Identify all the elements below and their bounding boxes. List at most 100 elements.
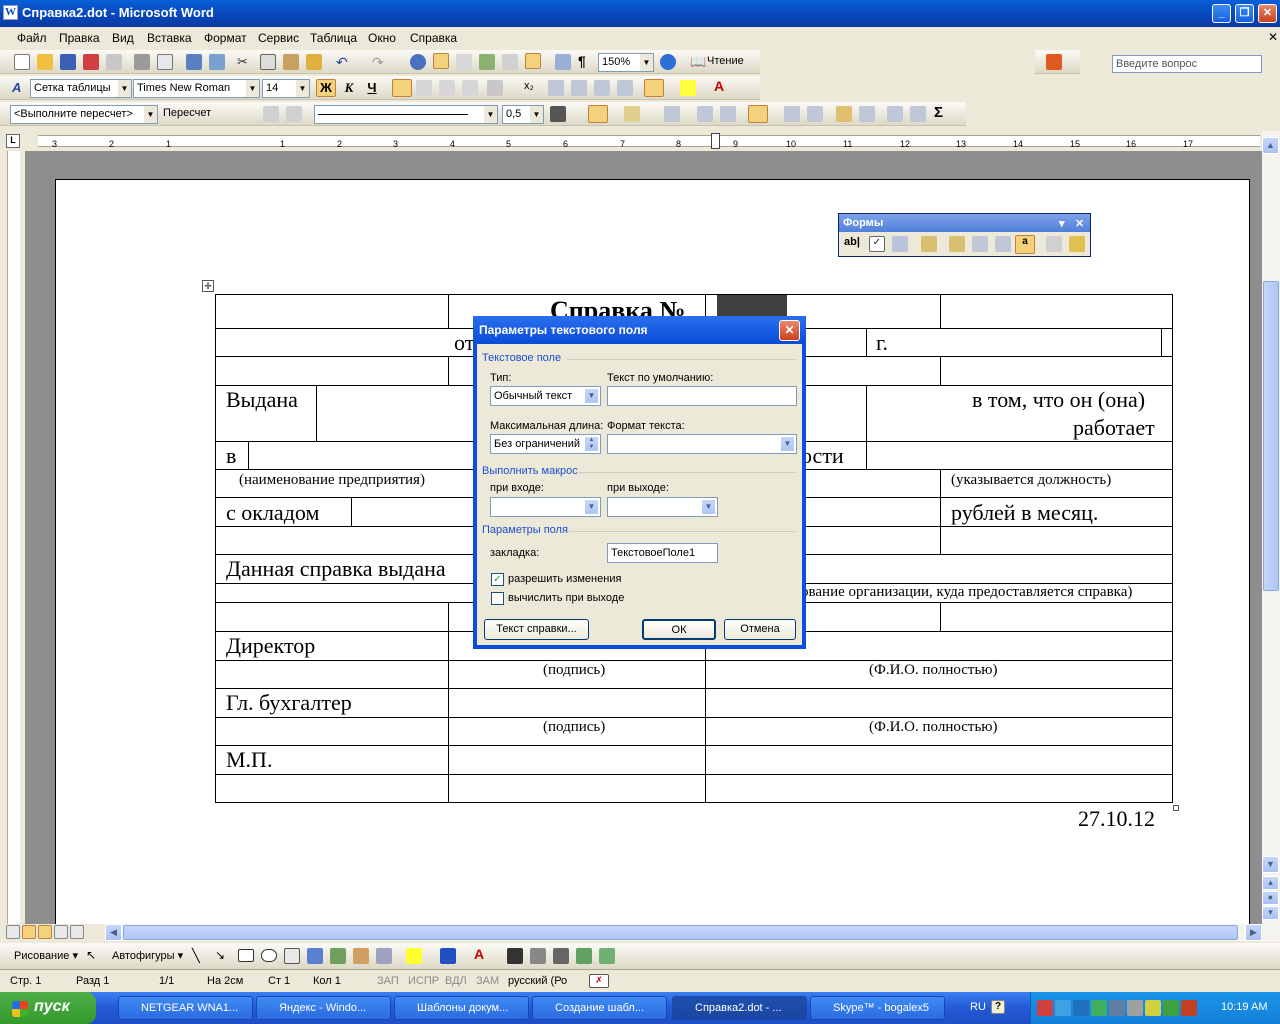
table-cell[interactable]	[448, 688, 706, 718]
sort-asc-icon[interactable]	[887, 106, 903, 122]
dash-style-icon[interactable]	[530, 948, 546, 964]
checkbox-field-icon[interactable]: ✓	[869, 236, 885, 252]
on-entry-select[interactable]: ▼	[490, 497, 601, 517]
textbox-icon[interactable]	[284, 948, 300, 964]
menu-edit[interactable]: Правка	[59, 31, 100, 45]
bullets-icon[interactable]	[571, 80, 587, 96]
default-text-input[interactable]	[607, 386, 797, 406]
normal-view-icon[interactable]	[6, 925, 20, 939]
task-creating-template[interactable]: Создание шабл...	[532, 996, 667, 1020]
table-cell[interactable]	[448, 774, 706, 803]
text-field-icon[interactable]: ab|	[844, 236, 860, 252]
ask-question-input[interactable]: Введите вопрос	[1112, 55, 1262, 73]
menu-format[interactable]: Формат	[204, 31, 247, 45]
language-indicator[interactable]: RU	[970, 1001, 986, 1013]
table-move-handle-icon[interactable]: ✛	[202, 280, 214, 292]
task-yandex[interactable]: Яндекс - Windo...	[256, 996, 391, 1020]
drawing-menu[interactable]: Рисование ▾	[14, 949, 78, 962]
tray-icon[interactable]	[1145, 1000, 1161, 1016]
open-icon[interactable]	[37, 54, 53, 70]
text-format-select[interactable]: ▼	[607, 434, 797, 454]
tray-icon[interactable]	[1163, 1000, 1179, 1016]
cell-align-icon[interactable]	[748, 105, 768, 123]
cancel-button[interactable]: Отмена	[724, 619, 796, 640]
allow-changes-label[interactable]: разрешить изменения	[508, 573, 621, 585]
eraser-table-icon[interactable]	[286, 106, 302, 122]
read-button[interactable]: Чтение	[707, 55, 744, 67]
calc-on-exit-label[interactable]: вычислить при выходе	[508, 592, 624, 604]
hscroll-thumb[interactable]	[123, 925, 1238, 940]
insert-frame-icon[interactable]	[995, 236, 1011, 252]
table-cell[interactable]	[215, 660, 449, 689]
draw-table-form-icon[interactable]	[949, 236, 965, 252]
rectangle-icon[interactable]	[238, 949, 254, 962]
protect-form-icon[interactable]	[1069, 236, 1085, 252]
select-objects-icon[interactable]: ↖	[86, 948, 102, 964]
reset-fields-icon[interactable]	[1046, 236, 1062, 252]
tray-icon[interactable]	[1109, 1000, 1125, 1016]
help-icon[interactable]	[660, 54, 676, 70]
dialog-close-button[interactable]: ✕	[779, 320, 800, 341]
scroll-thumb[interactable]	[1263, 281, 1279, 591]
close-doc-icon[interactable]: ✕	[1268, 30, 1278, 44]
wordart-icon[interactable]	[307, 948, 323, 964]
text-direction-icon[interactable]	[859, 106, 875, 122]
status-trk[interactable]: ИСПР	[408, 975, 439, 987]
doc-map-icon[interactable]	[555, 54, 571, 70]
new-doc-icon[interactable]	[14, 54, 30, 70]
oval-icon[interactable]	[261, 949, 277, 962]
office-icon[interactable]	[1046, 54, 1062, 70]
calc-on-exit-checkbox[interactable]	[491, 592, 504, 605]
format-painter-icon[interactable]	[306, 54, 322, 70]
close-button[interactable]: ✕	[1258, 4, 1277, 23]
task-netgear[interactable]: NETGEAR WNA1...	[118, 996, 253, 1020]
redo-icon[interactable]: ↷	[372, 54, 388, 70]
picture-icon[interactable]	[376, 948, 392, 964]
menu-view[interactable]: Вид	[112, 31, 134, 45]
menu-file[interactable]: Файл	[17, 31, 47, 45]
table-cell[interactable]	[705, 774, 1173, 803]
distribute-cols-icon[interactable]	[807, 106, 823, 122]
bookmark-input[interactable]: ТекстовоеПоле1	[607, 543, 718, 563]
menu-tools[interactable]: Сервис	[258, 31, 299, 45]
menu-table[interactable]: Таблица	[310, 31, 357, 45]
menu-help[interactable]: Справка	[410, 31, 457, 45]
ok-button[interactable]: ОК	[642, 619, 716, 640]
tables-borders-icon[interactable]	[433, 53, 449, 69]
arrow-style-icon[interactable]	[553, 948, 569, 964]
tray-icon[interactable]	[1073, 1000, 1089, 1016]
insert-table-icon[interactable]	[456, 54, 472, 70]
font-size-select[interactable]: 14 ▼	[262, 79, 310, 98]
status-ext[interactable]: ВДЛ	[445, 975, 467, 987]
field-combo[interactable]: <Выполните пересчет> ▼	[10, 105, 158, 124]
menu-insert[interactable]: Вставка	[147, 31, 192, 45]
allow-changes-checkbox[interactable]: ✓	[491, 573, 504, 586]
zoom-select[interactable]: 150% ▼	[598, 53, 654, 72]
italic-button[interactable]: К	[341, 80, 357, 96]
table-cell[interactable]	[705, 688, 1173, 718]
task-word-active[interactable]: Справка2.dot - ...	[672, 996, 807, 1020]
table-cell[interactable]	[940, 294, 1173, 329]
scroll-left-icon[interactable]: ◀	[105, 924, 122, 941]
tray-icon[interactable]	[1127, 1000, 1143, 1016]
print-icon[interactable]	[134, 54, 150, 70]
research-icon[interactable]	[209, 54, 225, 70]
print-layout-icon[interactable]	[38, 925, 52, 939]
forms-close-icon[interactable]: ✕	[1075, 217, 1084, 230]
scroll-up-icon[interactable]: ▲	[1262, 137, 1279, 154]
cut-icon[interactable]: ✂	[237, 54, 253, 70]
table-cell[interactable]	[215, 356, 449, 386]
undo-icon[interactable]: ↶	[336, 54, 352, 70]
justify-icon[interactable]	[462, 80, 478, 96]
subscript-icon[interactable]: x₂	[524, 80, 540, 96]
permission-icon[interactable]	[83, 54, 99, 70]
line-weight-select[interactable]: 0,5 ▼	[502, 105, 544, 124]
tray-icon[interactable]	[1181, 1000, 1197, 1016]
insert-excel-icon[interactable]	[479, 54, 495, 70]
copy-icon[interactable]	[260, 54, 276, 70]
type-select[interactable]: Обычный текст ▼	[490, 386, 601, 406]
task-skype[interactable]: Skype™ - bogalex5	[810, 996, 945, 1020]
field-options-icon[interactable]	[921, 236, 937, 252]
show-marks-icon[interactable]: ¶	[578, 53, 594, 69]
table-cell[interactable]	[940, 526, 1173, 555]
